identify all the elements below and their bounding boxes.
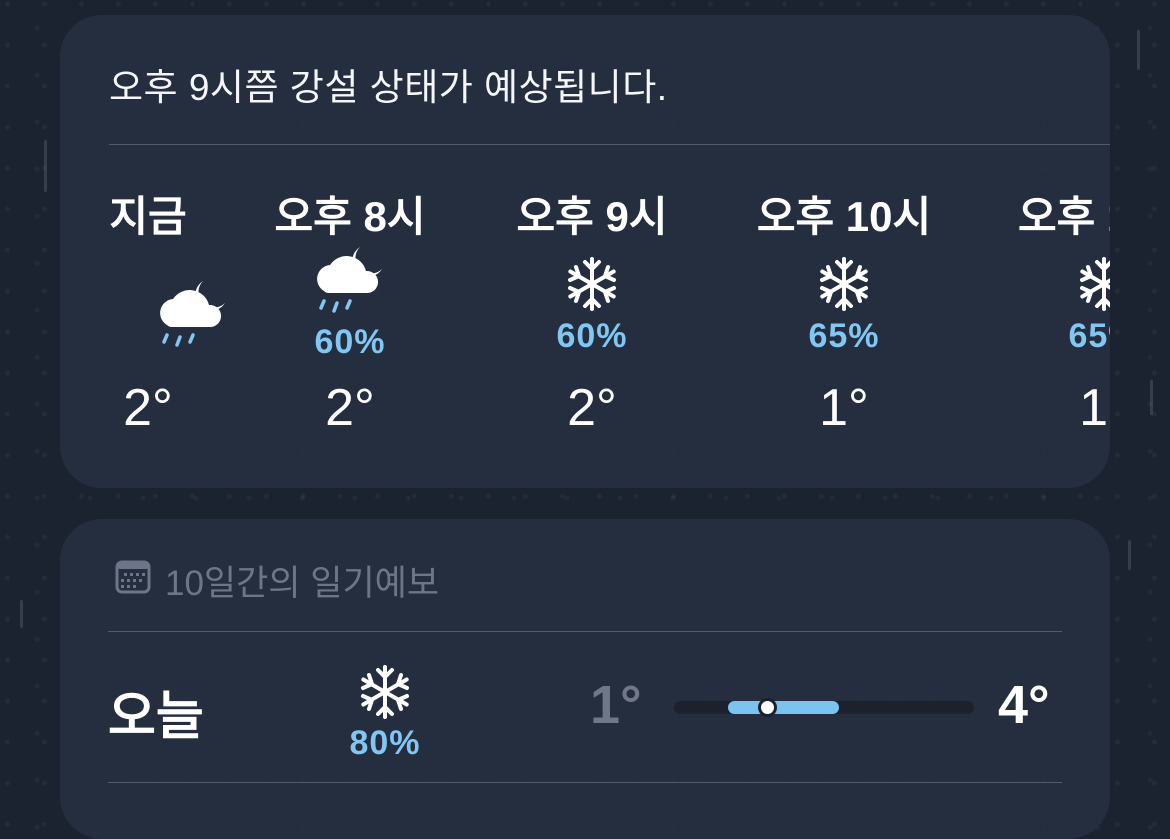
rain-streak [1150,380,1153,415]
rain-streak [1137,30,1140,70]
snowflake-icon [564,256,620,317]
hour-temperature: 2° [325,379,375,437]
cloud-moon-rain-icon [308,241,392,322]
low-temperature: 1° [590,675,642,735]
daily-forecast-card[interactable]: 10일간의 일기예보 오늘 80% 1° 4° [60,519,1110,839]
current-temperature-dot [758,698,777,717]
daily-forecast-title: 10일간의 일기예보 [165,564,440,603]
precip-chance: 65% [1068,317,1110,355]
temperature-range-bar [674,698,974,717]
hour-label: 오후 9시 [516,193,668,240]
rain-streak [1128,540,1131,570]
snowflake-icon [357,664,413,725]
hour-label: 오후 8시 [274,193,426,240]
precip-chance: 80% [349,724,421,762]
daily-forecast-header: 10일간의 일기예보 [115,555,439,606]
hour-temperature: 2° [123,379,173,437]
temperature-range-fill [728,701,839,714]
divider [108,631,1062,632]
hour-temperature: 1° [1079,379,1110,437]
rain-streak [20,600,23,628]
hour-temperature: 1° [819,379,869,437]
hour-label: 오후 11시 [1018,193,1110,240]
hourly-forecast-card[interactable]: 오후 9시쯤 강설 상태가 예상됩니다. 지금 2° 오후 8시 60% 2° … [60,15,1110,488]
precip-chance: 60% [314,323,386,361]
divider [109,144,1110,145]
snowflake-icon [816,256,872,317]
divider [108,782,1062,783]
precip-chance: 65% [808,317,880,355]
hour-temperature: 2° [567,379,617,437]
cloud-moon-rain-icon [151,275,235,356]
day-name: 오늘 [108,688,204,746]
high-temperature: 4° [998,675,1050,735]
precip-chance: 60% [556,317,628,355]
calendar-icon [115,558,151,603]
rain-streak [44,140,47,192]
hour-label: 오후 10시 [756,193,932,240]
hour-label: 지금 [109,193,187,240]
forecast-summary: 오후 9시쯤 강설 상태가 예상됩니다. [109,67,668,108]
snowflake-icon [1076,256,1110,317]
